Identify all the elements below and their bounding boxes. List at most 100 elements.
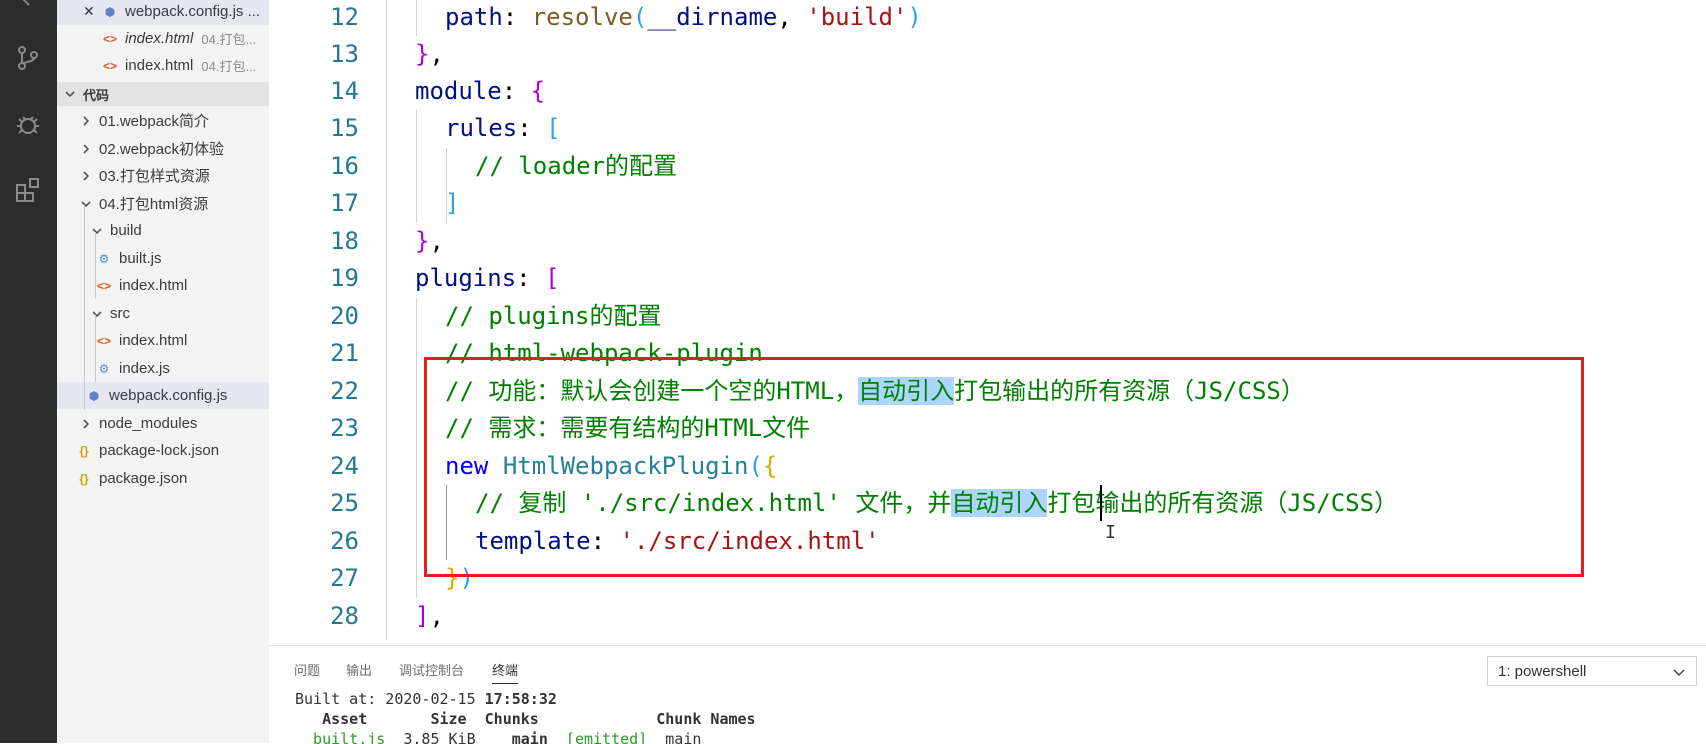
indent-guide bbox=[416, 298, 417, 598]
line-number: 14 bbox=[330, 77, 359, 105]
tab-output[interactable]: 输出 bbox=[346, 660, 372, 679]
tree-file[interactable]: {} package.json bbox=[57, 465, 269, 492]
terminal-line: Asset Size Chunks Chunk Names bbox=[295, 710, 756, 728]
open-editor-desc: 04.打包... bbox=[201, 32, 257, 47]
tree-folder[interactable]: 01.webpack简介 bbox=[57, 107, 269, 134]
tree-indent-guide bbox=[95, 232, 96, 299]
tree-indent-guide bbox=[95, 315, 96, 382]
open-editor-item[interactable]: <> index.html 04.打包... bbox=[57, 52, 269, 79]
tree-folder[interactable]: node_modules bbox=[57, 410, 269, 437]
tree-folder[interactable]: src bbox=[57, 300, 269, 327]
tree-folder[interactable]: build bbox=[57, 217, 269, 244]
line-number: 25 bbox=[330, 489, 359, 517]
code-token: module bbox=[415, 77, 502, 105]
tab-problems[interactable]: 问题 bbox=[294, 660, 320, 679]
source-control-icon[interactable] bbox=[10, 40, 46, 76]
chevron-down-icon bbox=[90, 307, 104, 321]
code-token: __dirname bbox=[647, 3, 778, 31]
tree-label: package-lock.json bbox=[99, 442, 220, 459]
tree-file[interactable]: <> index.html bbox=[57, 327, 269, 354]
html-file-icon: <> bbox=[97, 333, 112, 348]
line-number: 16 bbox=[330, 152, 359, 180]
line-number: 28 bbox=[330, 602, 359, 630]
tree-label: webpack.config.js bbox=[109, 387, 228, 404]
chevron-down-icon bbox=[90, 224, 104, 238]
line-number: 19 bbox=[330, 264, 359, 292]
chevron-down-icon bbox=[63, 87, 77, 101]
open-editor-desc: 04.打包... bbox=[201, 59, 257, 74]
code-line-14: module: { bbox=[415, 77, 546, 105]
line-number: 12 bbox=[330, 3, 359, 31]
terminal-select[interactable]: 1: powershell bbox=[1487, 656, 1697, 686]
js-file-icon: ⚙ bbox=[98, 361, 110, 376]
code-token: 'build' bbox=[806, 3, 908, 31]
tab-terminal[interactable]: 终端 bbox=[492, 660, 519, 684]
terminal-text: [emitted] bbox=[547, 730, 648, 744]
tree-file[interactable]: {} package-lock.json bbox=[57, 437, 269, 464]
terminal-text: 17:58:32 bbox=[484, 690, 557, 708]
line-number: 26 bbox=[330, 527, 359, 555]
indent-guide bbox=[416, 110, 417, 223]
terminal-text: Built at: 2020-02-15 bbox=[295, 690, 485, 708]
text-cursor bbox=[1100, 485, 1102, 521]
open-editor-label: webpack.config.js ... bbox=[125, 3, 261, 20]
open-editor-label: index.html bbox=[125, 57, 194, 74]
open-editor-item[interactable]: ✕ ⬢ webpack.config.js ... bbox=[57, 0, 269, 25]
tree-label: 03.打包样式资源 bbox=[99, 168, 210, 185]
folder-section-header[interactable]: 代码 bbox=[57, 82, 269, 106]
terminal-line: Built at: 2020-02-15 17:58:32 bbox=[295, 690, 557, 708]
line-number: 17 bbox=[330, 189, 359, 217]
chevron-right-icon bbox=[79, 142, 93, 156]
code-line-19: plugins: [ bbox=[415, 264, 560, 292]
annotation-box bbox=[424, 357, 1584, 577]
line-number: 24 bbox=[330, 452, 359, 480]
line-number: 23 bbox=[330, 414, 359, 442]
tree-file-selected[interactable]: ⬢ webpack.config.js bbox=[57, 382, 269, 409]
section-title: 代码 bbox=[83, 87, 110, 103]
json-file-icon: {} bbox=[79, 443, 89, 458]
html-file-icon: <> bbox=[97, 278, 112, 293]
json-file-icon: {} bbox=[79, 471, 89, 486]
code-line-12: path: resolve(__dirname, 'build') bbox=[445, 3, 922, 31]
tree-folder[interactable]: 03.打包样式资源 bbox=[57, 162, 269, 189]
tree-label: 04.打包html资源 bbox=[99, 196, 209, 213]
close-icon[interactable]: ✕ bbox=[83, 3, 95, 20]
line-number: 21 bbox=[330, 339, 359, 367]
code-line-16: // loader的配置 bbox=[475, 152, 678, 180]
open-editor-item[interactable]: <> index.html 04.打包... bbox=[57, 25, 269, 52]
tree-label: node_modules bbox=[99, 415, 198, 432]
ibeam-pointer-icon: I bbox=[1105, 522, 1116, 543]
tree-file[interactable]: <> index.html bbox=[57, 272, 269, 299]
code-token: resolve bbox=[531, 3, 633, 31]
line-number: 20 bbox=[330, 302, 359, 330]
search-icon[interactable] bbox=[10, 0, 46, 24]
tree-file[interactable]: ⚙ built.js bbox=[57, 245, 269, 272]
chevron-down-icon bbox=[79, 197, 93, 211]
code-token: plugins bbox=[415, 264, 517, 292]
tree-label: index.html bbox=[119, 277, 188, 294]
tree-label: built.js bbox=[119, 250, 162, 267]
tree-label: index.js bbox=[119, 360, 170, 377]
tree-file[interactable]: ⚙ index.js bbox=[57, 355, 269, 382]
webpack-file-icon: ⬢ bbox=[88, 388, 100, 403]
tree-label: src bbox=[110, 305, 130, 322]
terminal-line: built.js 3.85 KiB main [emitted] main bbox=[295, 730, 701, 744]
webpack-file-icon: ⬢ bbox=[104, 4, 116, 19]
extensions-icon[interactable] bbox=[10, 172, 46, 208]
line-number: 18 bbox=[330, 227, 359, 255]
tree-label: build bbox=[110, 222, 142, 239]
line-number: 15 bbox=[330, 114, 359, 142]
line-number: 22 bbox=[330, 377, 359, 405]
html-file-icon: <> bbox=[103, 58, 118, 73]
activity-bar bbox=[0, 0, 57, 743]
explorer-sidebar: ✕ ⬢ webpack.config.js ... <> index.html … bbox=[57, 0, 269, 743]
tab-debug-console[interactable]: 调试控制台 bbox=[399, 660, 464, 679]
line-number: 13 bbox=[330, 40, 359, 68]
tree-folder[interactable]: 02.webpack初体验 bbox=[57, 135, 269, 162]
terminal-text: 3.85 KiB bbox=[385, 730, 476, 744]
terminal-text: built.js bbox=[295, 730, 386, 744]
terminal-text: main bbox=[647, 730, 702, 744]
code-line-13: }, bbox=[415, 40, 444, 68]
debug-icon[interactable] bbox=[10, 106, 46, 142]
tree-folder[interactable]: 04.打包html资源 bbox=[57, 190, 269, 217]
